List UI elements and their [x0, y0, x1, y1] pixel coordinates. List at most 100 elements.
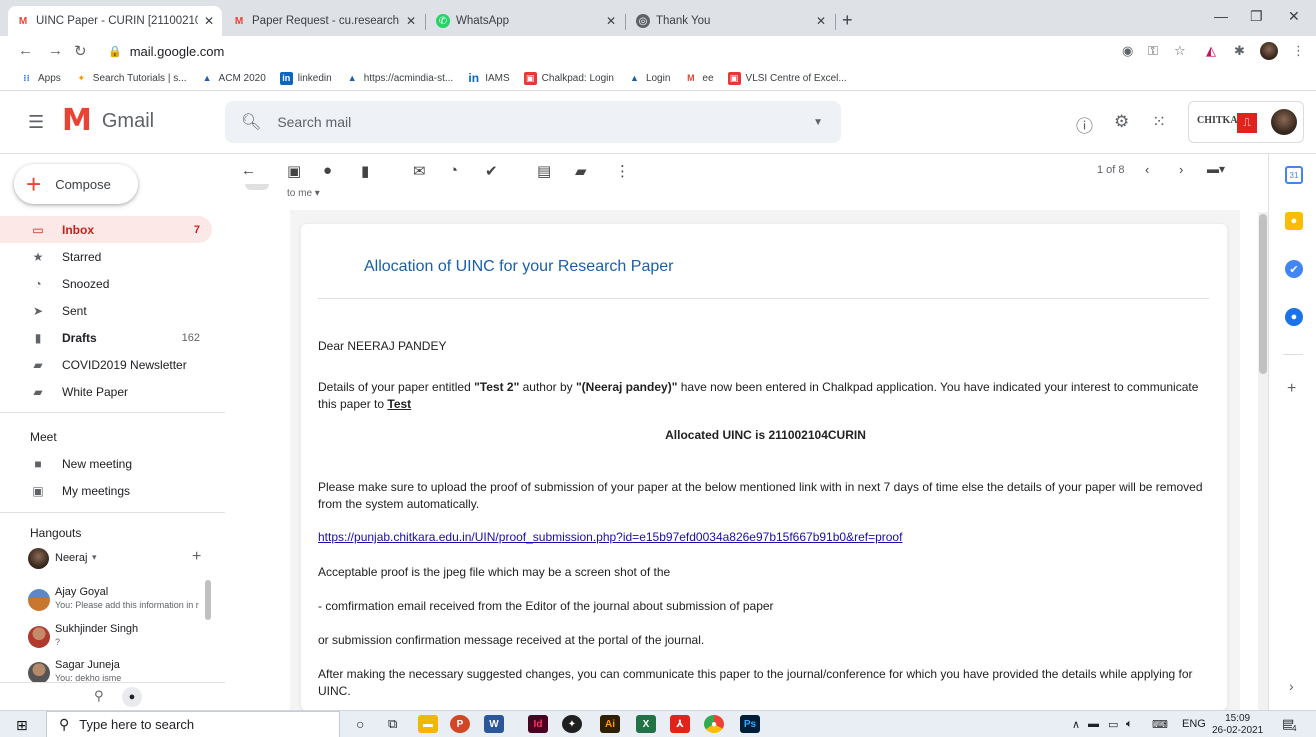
hangout-contact[interactable]: Ajay Goyal You: Please add this informat… — [28, 586, 218, 622]
chat-bubble-icon[interactable]: ● — [122, 687, 142, 707]
scrollbar-thumb[interactable] — [1259, 214, 1267, 374]
compose-button[interactable]: + Compose — [14, 164, 138, 204]
google-apps-icon[interactable]: ⁙ — [1152, 112, 1166, 132]
newer-chevron-icon[interactable]: ‹ — [1145, 162, 1149, 177]
my-meetings-button[interactable]: ▣ My meetings — [0, 477, 212, 504]
keep-icon[interactable]: ● — [1285, 212, 1303, 230]
key-icon[interactable]: ⚿ — [1148, 43, 1158, 59]
url-bar[interactable]: 🔒 mail.google.com — [100, 39, 1100, 63]
person-icon[interactable]: ⚲ — [94, 688, 104, 704]
system-clock[interactable]: 15:09 26-02-2021 — [1212, 713, 1263, 737]
menu-dots-icon[interactable]: ⋮ — [1292, 43, 1305, 59]
bookmark-login[interactable]: ▲ Login — [628, 72, 670, 85]
add-to-tasks-icon[interactable]: ✔ — [485, 162, 498, 180]
recipient-details-toggle[interactable]: to me ▾ — [287, 188, 320, 199]
cortana-icon[interactable]: ○ — [356, 716, 364, 732]
delete-icon[interactable]: ▮ — [361, 162, 369, 180]
labels-icon[interactable]: ▰ — [575, 162, 587, 180]
gmail-logo[interactable]: M Gmail — [62, 106, 154, 136]
email-scrollbar[interactable] — [1258, 212, 1268, 712]
bookmark-linkedin[interactable]: in linkedin — [279, 71, 332, 85]
taskbar-search-input[interactable]: ⚲ Type here to search — [46, 711, 340, 737]
sidebar-item-covid-newsletter[interactable]: ▰ COVID2019 Newsletter — [0, 351, 212, 378]
mark-unread-icon[interactable]: ✉ — [413, 162, 426, 180]
bookmark-ee[interactable]: Mee — [684, 72, 713, 85]
acrobat-extension-icon[interactable]: ◭ — [1206, 43, 1216, 59]
volume-icon[interactable]: 🔈︎ — [1126, 718, 1133, 731]
main-menu-icon[interactable]: ☰ — [28, 112, 44, 133]
battery-icon[interactable]: ▬ — [1088, 718, 1099, 730]
file-explorer-icon[interactable]: ▬ — [418, 715, 438, 733]
more-options-icon[interactable]: ⋮ — [615, 162, 630, 180]
word-icon[interactable]: W — [484, 715, 504, 733]
tasks-icon[interactable]: ✔ — [1285, 260, 1303, 278]
forward-icon[interactable]: → — [48, 42, 63, 59]
archive-icon[interactable]: ▣ — [287, 162, 301, 180]
acrobat-icon[interactable]: ⅄ — [670, 715, 690, 733]
network-icon[interactable]: ▭ — [1108, 718, 1118, 731]
show-side-panel-icon[interactable]: › — [1289, 678, 1294, 694]
move-to-icon[interactable]: ▤ — [537, 162, 551, 180]
minimize-icon[interactable]: — — [1214, 8, 1228, 24]
sidebar-item-snoozed[interactable]: ◔ Snoozed — [0, 270, 212, 297]
older-chevron-icon[interactable]: › — [1179, 162, 1183, 177]
hangouts-scrollbar[interactable] — [205, 580, 211, 620]
reload-icon[interactable]: ↻ — [74, 42, 87, 60]
snooze-icon[interactable]: ◔ — [449, 162, 458, 179]
proof-submission-link[interactable]: https://punjab.chitkara.edu.in/UIN/proof… — [318, 530, 902, 544]
settings-gear-icon[interactable]: ⚙ — [1114, 112, 1129, 132]
back-to-inbox-icon[interactable]: ← — [241, 162, 256, 179]
chrome-icon[interactable]: ● — [704, 715, 724, 733]
illustrator-icon[interactable]: Ai — [600, 715, 620, 733]
tray-chevron-up-icon[interactable]: ∧ — [1072, 718, 1080, 731]
bookmark-iams[interactable]: in IAMS — [467, 71, 509, 85]
extensions-icon[interactable]: ✱ — [1234, 43, 1245, 59]
profile-avatar[interactable] — [1260, 42, 1278, 60]
calendar-icon[interactable]: 31 — [1285, 166, 1303, 184]
input-tools-icon[interactable]: ▬▾ — [1207, 162, 1225, 176]
close-icon[interactable]: ✕ — [816, 14, 826, 28]
settings-app-icon[interactable]: ✦ — [562, 715, 582, 733]
sidebar-item-white-paper[interactable]: ▰ White Paper — [0, 378, 212, 405]
tab-paper-request[interactable]: M Paper Request - cu.research@ch ✕ — [224, 6, 424, 36]
tab-thank-you[interactable]: ◎ Thank You ✕ — [628, 6, 834, 36]
add-contact-icon[interactable]: + — [192, 548, 201, 566]
tab-whatsapp[interactable]: ✆ WhatsApp ✕ — [428, 6, 624, 36]
photoshop-icon[interactable]: Ps — [740, 715, 760, 733]
close-icon[interactable]: ✕ — [406, 14, 416, 28]
task-view-icon[interactable]: ⧉ — [388, 716, 397, 732]
language-indicator[interactable]: ENG — [1182, 718, 1206, 730]
new-tab-button[interactable]: + — [842, 10, 853, 31]
bookmark-vlsi[interactable]: ▣ VLSI Centre of Excel... — [727, 71, 847, 85]
bookmark-apps[interactable]: ⁝⁝ Apps — [20, 72, 61, 85]
search-options-icon[interactable]: ▼ — [813, 117, 823, 128]
windows-start-icon[interactable]: ⊞ — [16, 717, 28, 734]
hangouts-user[interactable]: Neeraj ▾ + — [28, 548, 218, 570]
keyboard-icon[interactable]: ⌨ — [1152, 718, 1168, 731]
new-meeting-button[interactable]: ■ New meeting — [0, 450, 212, 477]
star-bookmark-icon[interactable]: ☆ — [1174, 43, 1186, 59]
eye-icon[interactable]: ◉ — [1122, 43, 1133, 59]
search-input[interactable]: 🔍︎ Search mail ▼ — [225, 101, 841, 143]
sidebar-item-drafts[interactable]: ▮ Drafts 162 — [0, 324, 212, 351]
close-icon[interactable]: ✕ — [606, 14, 616, 28]
bookmark-chalkpad[interactable]: ▣ Chalkpad: Login — [523, 71, 614, 85]
bookmark-acm-2020[interactable]: ▲ ACM 2020 — [201, 72, 266, 85]
bookmark-acmindia[interactable]: ▲ https://acmindia-st... — [346, 72, 453, 85]
indesign-icon[interactable]: Id — [528, 715, 548, 733]
get-addons-icon[interactable]: + — [1287, 380, 1296, 398]
account-switcher[interactable]: CHITKARA ⎍ — [1188, 101, 1304, 143]
sidebar-item-sent[interactable]: ➤ Sent — [0, 297, 212, 324]
close-icon[interactable]: ✕ — [204, 14, 214, 28]
bookmark-search-tutorials[interactable]: ✦ Search Tutorials | s... — [75, 72, 187, 85]
back-icon[interactable]: ← — [18, 42, 33, 59]
sidebar-item-inbox[interactable]: ▭ Inbox 7 — [0, 216, 212, 243]
help-icon[interactable]: ⓘ — [1076, 112, 1093, 137]
tab-uinc-paper[interactable]: M UINC Paper - CURIN [211002104 ✕ — [8, 6, 222, 36]
sidebar-item-starred[interactable]: ★ Starred — [0, 243, 212, 270]
maximize-icon[interactable]: ❐ — [1250, 8, 1263, 25]
report-spam-icon[interactable]: ● — [323, 162, 332, 179]
excel-icon[interactable]: X — [636, 715, 656, 733]
powerpoint-icon[interactable]: P — [450, 715, 470, 733]
hangout-contact[interactable]: Sukhjinder Singh ? — [28, 623, 218, 659]
